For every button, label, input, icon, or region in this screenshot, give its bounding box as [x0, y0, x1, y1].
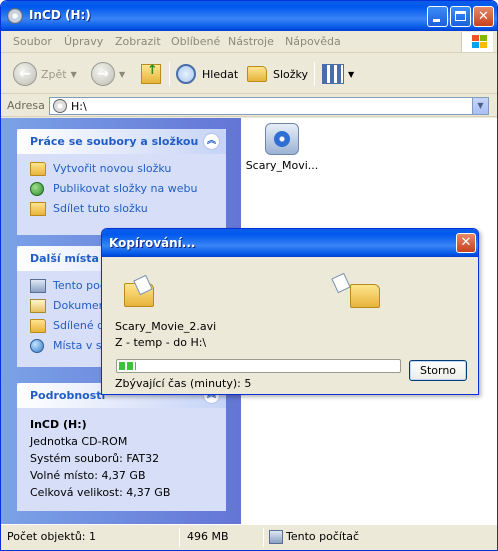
- detail-type: Jednotka CD-ROM: [30, 435, 128, 448]
- cancel-button[interactable]: Storno: [409, 360, 467, 381]
- views-icon: [322, 64, 344, 84]
- collapse-icon[interactable]: ︽: [203, 133, 220, 150]
- menu-file[interactable]: Soubor: [13, 35, 52, 48]
- task-label: Vytvořit novou složku: [53, 162, 172, 175]
- media-file-icon: [265, 123, 299, 155]
- task-new-folder[interactable]: Vytvořit novou složku: [30, 160, 213, 180]
- documents-icon: [30, 299, 46, 313]
- task-share-folder[interactable]: Sdílet tuto složku: [30, 200, 213, 220]
- folders-icon: [247, 66, 267, 82]
- status-bar: Počet objektů: 1 496 MB Tento počítač: [1, 524, 497, 550]
- title-bar[interactable]: InCD (H:) ✕: [1, 1, 497, 31]
- chevron-down-icon: ▼: [348, 69, 355, 79]
- details-panel: Podrobnosti ︽ InCD (H:) Jednotka CD-ROM …: [17, 383, 226, 511]
- maximize-button[interactable]: [450, 6, 471, 27]
- detail-total-size: Celková velikost: 4,37 GB: [30, 486, 171, 499]
- cd-drive-icon: [7, 8, 23, 24]
- my-computer-icon: [269, 530, 283, 544]
- share-folder-icon: [30, 202, 46, 216]
- back-label: Zpět: [41, 67, 67, 81]
- menu-edit[interactable]: Úpravy: [64, 35, 103, 48]
- task-label: Publikovat složky na webu: [53, 182, 198, 195]
- chevron-down-icon: ▼: [119, 69, 126, 79]
- minimize-icon: [433, 19, 440, 22]
- chevron-down-icon[interactable]: ▼: [472, 98, 488, 114]
- progress-fill: [119, 362, 136, 370]
- cd-drive-icon: [53, 99, 67, 113]
- copy-progress-dialog: Kopírování... ✕ Scary_Movie_2.avi Z - te…: [101, 228, 479, 395]
- search-icon: [176, 64, 196, 84]
- file-tasks-panel: Práce se soubory a složkou ︽ Vytvořit no…: [17, 129, 226, 235]
- search-label: Hledat: [202, 67, 239, 81]
- status-separator: [263, 528, 264, 547]
- toolbar-separator: [169, 62, 170, 86]
- publish-web-icon: [30, 182, 44, 196]
- network-places-icon: [30, 339, 44, 353]
- toolbar: ← Zpět ▼ → ▼ ↑ Hledat Složky ▼: [1, 54, 497, 94]
- close-button[interactable]: ✕: [473, 6, 494, 27]
- panel-header[interactable]: Práce se soubory a složkou ︽: [17, 129, 226, 154]
- flying-document-icon: [331, 272, 351, 294]
- dialog-title-bar[interactable]: Kopírování... ✕: [102, 229, 478, 257]
- destination-folder-icon: [350, 284, 380, 308]
- file-item[interactable]: Scary_Movi...: [245, 123, 319, 172]
- folders-label: Složky: [273, 67, 309, 81]
- copy-progress-bar: [116, 359, 401, 373]
- task-label: Sdílet tuto složku: [53, 202, 148, 215]
- address-input[interactable]: H:\ ▼: [49, 97, 489, 115]
- maximize-icon: [455, 11, 466, 21]
- dialog-title: Kopírování...: [109, 236, 196, 250]
- panel-title: Práce se soubory a složkou: [30, 135, 199, 148]
- address-value: H:\: [71, 100, 87, 113]
- views-button[interactable]: ▼: [322, 60, 354, 88]
- menu-help[interactable]: Nápověda: [285, 35, 341, 48]
- close-icon: ✕: [460, 235, 472, 250]
- status-size: 496 MB: [187, 530, 229, 543]
- up-folder-button[interactable]: ↑: [141, 60, 161, 88]
- folder-up-icon: ↑: [141, 63, 161, 84]
- file-name: Scary_Movi...: [245, 159, 319, 172]
- close-icon: ✕: [478, 9, 489, 24]
- time-remaining: Zbývající čas (minuty): 5: [115, 377, 252, 390]
- detail-filesystem: Systém souborů: FAT32: [30, 452, 160, 465]
- menu-view[interactable]: Zobrazit: [115, 35, 161, 48]
- status-separator: [179, 528, 180, 547]
- copy-file-name: Scary_Movie_2.avi: [115, 320, 217, 333]
- panel-title: Další místa: [30, 252, 99, 265]
- toolbar-separator: [314, 62, 315, 86]
- task-publish-web[interactable]: Publikovat složky na webu: [30, 180, 213, 200]
- search-button[interactable]: Hledat: [176, 60, 238, 88]
- back-arrow-icon: ←: [13, 62, 37, 86]
- panel-title: Podrobnosti: [30, 389, 106, 402]
- menu-bar: Soubor Úpravy Zobrazit Oblíbené Nástroje…: [1, 31, 497, 53]
- windows-logo-icon: [461, 32, 493, 52]
- copy-route: Z - temp - do H:\: [115, 336, 207, 349]
- forward-arrow-icon: →: [91, 62, 115, 86]
- address-label: Adresa: [7, 99, 45, 112]
- minimize-button[interactable]: [427, 6, 448, 27]
- forward-button[interactable]: → ▼: [91, 60, 125, 88]
- status-location: Tento počítač: [286, 530, 360, 543]
- menu-favorites[interactable]: Oblíbené: [171, 35, 220, 48]
- chevron-down-icon: ▼: [70, 69, 77, 79]
- back-button[interactable]: ← Zpět ▼: [13, 60, 77, 88]
- detail-free-space: Volné místo: 4,37 GB: [30, 469, 146, 482]
- address-bar: Adresa H:\ ▼: [1, 95, 497, 117]
- new-folder-icon: [30, 162, 46, 176]
- window-title: InCD (H:): [29, 8, 91, 22]
- detail-name: InCD (H:): [30, 418, 87, 431]
- menu-tools[interactable]: Nástroje: [228, 35, 274, 48]
- shared-documents-icon: [30, 319, 46, 333]
- status-object-count: Počet objektů: 1: [7, 530, 96, 543]
- dialog-close-button[interactable]: ✕: [456, 233, 476, 253]
- folders-button[interactable]: Složky: [247, 60, 308, 88]
- my-computer-icon: [30, 279, 46, 293]
